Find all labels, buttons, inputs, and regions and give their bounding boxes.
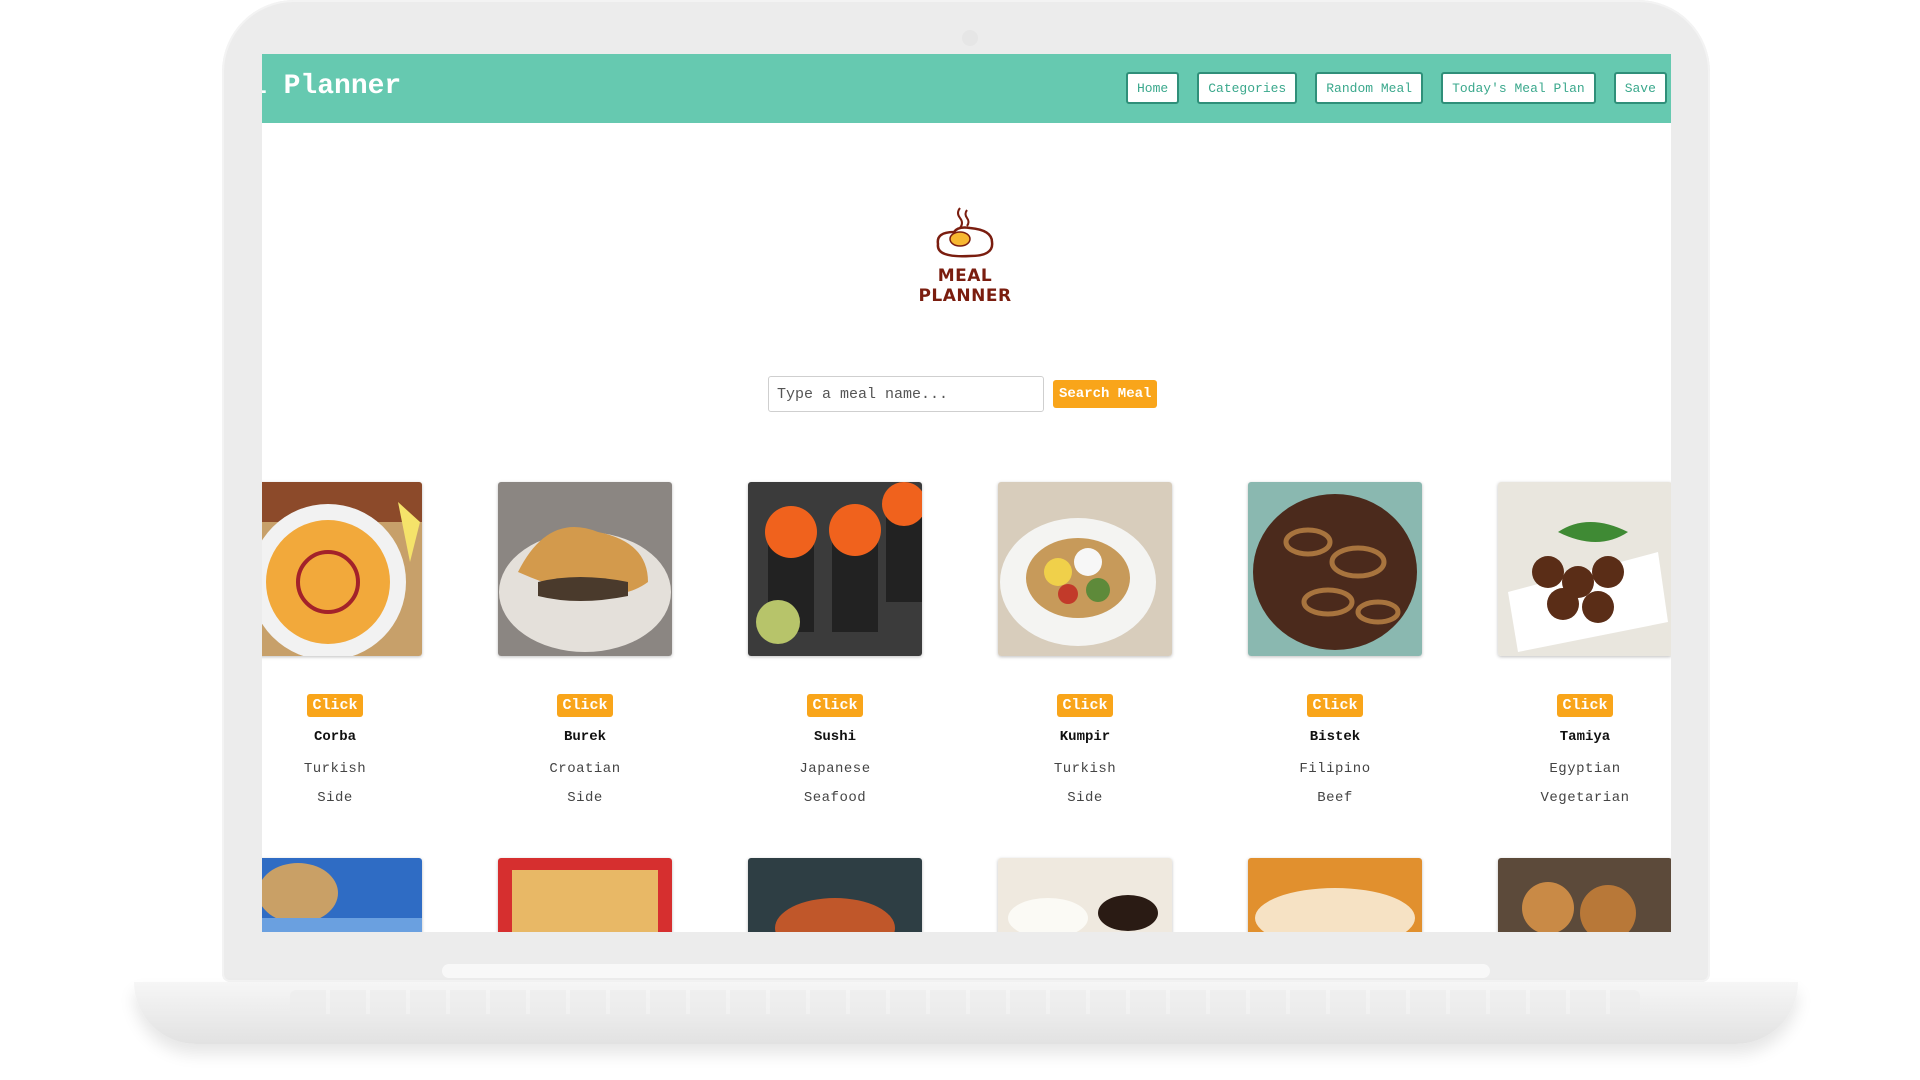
- meal-area: Egyptian: [1549, 761, 1621, 777]
- nav-links: Home Categories Random Meal Today's Meal…: [1126, 72, 1667, 104]
- meal-category: Vegetarian: [1540, 790, 1630, 806]
- meal-card-partial: [998, 858, 1172, 932]
- meal-area: Turkish: [1053, 761, 1117, 777]
- meal-click-button[interactable]: Click: [1557, 694, 1613, 717]
- nav-save-button[interactable]: Save: [1613, 72, 1667, 104]
- meal-image[interactable]: [1248, 858, 1422, 932]
- meal-search-input[interactable]: [768, 376, 1044, 412]
- meal-image[interactable]: [748, 482, 922, 656]
- meal-click-button[interactable]: Click: [1057, 694, 1113, 717]
- meal-image[interactable]: [998, 482, 1172, 656]
- meal-name: Kumpir: [1059, 729, 1111, 745]
- site-title: l Planner: [262, 71, 402, 102]
- meal-name: Corba: [313, 729, 356, 745]
- nav-categories-button[interactable]: Categories: [1197, 72, 1298, 104]
- meal-image[interactable]: [262, 482, 422, 656]
- nav-home-button[interactable]: Home: [1126, 72, 1180, 104]
- meal-category: Side: [567, 790, 603, 806]
- logo-text: MEAL PLANNER: [918, 266, 1012, 306]
- meal-category: Side: [317, 790, 353, 806]
- meal-card-partial: [1248, 858, 1422, 932]
- meal-area: Filipino: [1299, 761, 1371, 777]
- meal-card: Click Burek Croatian Side: [498, 482, 672, 806]
- meal-name: Bistek: [1309, 729, 1361, 745]
- logo: MEAL PLANNER: [900, 206, 1030, 306]
- meal-image[interactable]: [498, 858, 672, 932]
- camera-dot: [962, 30, 978, 46]
- meal-category: Side: [1067, 790, 1103, 806]
- meal-category: Seafood: [803, 790, 867, 806]
- meal-card-partial: [498, 858, 672, 932]
- laptop-keyboard: [290, 990, 1640, 1014]
- meal-area: Croatian: [549, 761, 621, 777]
- meal-area: Japanese: [799, 761, 871, 777]
- meal-category: Beef: [1317, 790, 1353, 806]
- meal-image[interactable]: [748, 858, 922, 932]
- meal-click-button[interactable]: Click: [1307, 694, 1363, 717]
- meal-click-button[interactable]: Click: [807, 694, 863, 717]
- app-screen: l Planner Home Categories Random Meal To…: [262, 54, 1671, 932]
- meal-image[interactable]: [1498, 858, 1671, 932]
- meal-image[interactable]: [998, 858, 1172, 932]
- meal-name: Burek: [563, 729, 606, 745]
- meal-click-button[interactable]: Click: [307, 694, 363, 717]
- meal-card: Click Corba Turkish Side: [262, 482, 422, 806]
- search-bar: Search Meal: [768, 376, 1158, 412]
- meal-area: Turkish: [303, 761, 367, 777]
- meal-card: Click Sushi Japanese Seafood: [748, 482, 922, 806]
- meal-image[interactable]: [498, 482, 672, 656]
- meal-image[interactable]: [262, 858, 422, 932]
- meal-image[interactable]: [1498, 482, 1671, 656]
- meal-card-partial: [1498, 858, 1671, 932]
- search-meal-button[interactable]: Search Meal: [1053, 380, 1158, 408]
- meal-card: Click Tamiya Egyptian Vegetarian: [1498, 482, 1671, 806]
- meal-name: Sushi: [813, 729, 856, 745]
- meal-card-partial: [748, 858, 922, 932]
- navbar: l Planner Home Categories Random Meal To…: [262, 54, 1671, 123]
- meal-card: Click Kumpir Turkish Side: [998, 482, 1172, 806]
- meal-name: Tamiya: [1559, 729, 1611, 745]
- laptop-hinge: [442, 964, 1490, 978]
- meal-image[interactable]: [1248, 482, 1422, 656]
- meal-click-button[interactable]: Click: [557, 694, 613, 717]
- fried-egg-logo-icon: [936, 207, 994, 258]
- meal-card: Click Bistek Filipino Beef: [1248, 482, 1422, 806]
- nav-random-meal-button[interactable]: Random Meal: [1315, 72, 1424, 104]
- meal-card-partial: [262, 858, 422, 932]
- nav-todays-meal-plan-button[interactable]: Today's Meal Plan: [1441, 72, 1596, 104]
